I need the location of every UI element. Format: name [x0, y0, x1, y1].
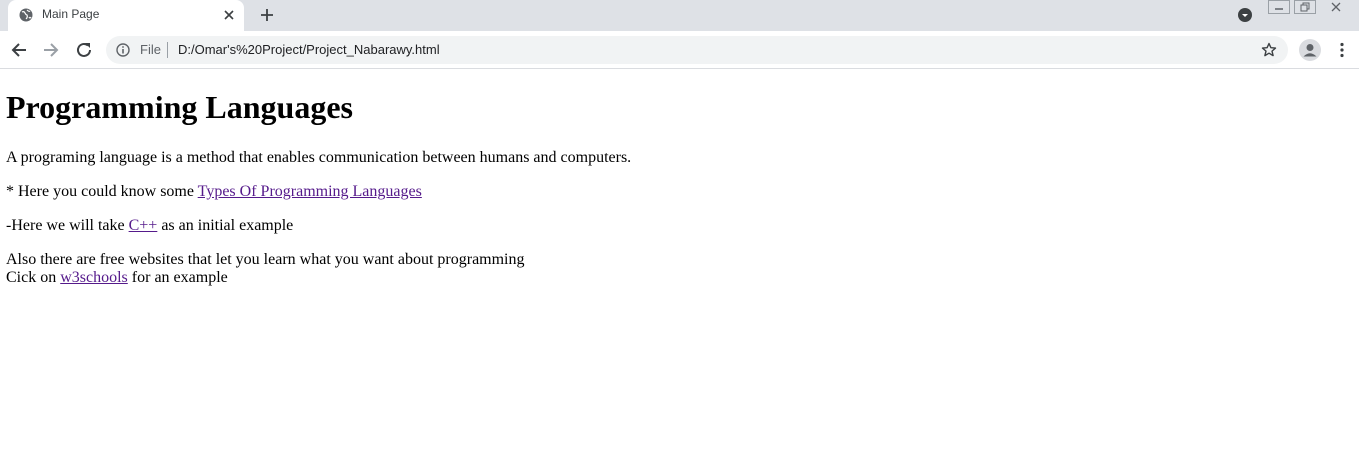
- kebab-menu-icon[interactable]: [1334, 42, 1350, 58]
- example-prefix: -Here we will take: [6, 217, 129, 234]
- w3schools-link[interactable]: w3schools: [60, 269, 128, 286]
- new-tab-plus-icon[interactable]: [259, 7, 275, 23]
- bookmark-star-icon[interactable]: [1261, 42, 1277, 58]
- tab-search-chevron-icon[interactable]: [1237, 7, 1253, 23]
- scheme-label: File: [140, 42, 161, 57]
- cpp-link[interactable]: C++: [129, 217, 158, 234]
- browser-toolbar: File D:/Omar's%20Project/Project_Nabaraw…: [0, 31, 1359, 69]
- tab-title: Main Page: [42, 7, 100, 21]
- globe-icon: [19, 8, 33, 22]
- page-content: Programming Languages A programing langu…: [0, 69, 1359, 473]
- types-prefix: * Here you could know some: [6, 183, 198, 200]
- websites-prefix: Cick on: [6, 269, 61, 286]
- types-paragraph: * Here you could know some Types Of Prog…: [6, 183, 422, 201]
- forward-arrow-icon[interactable]: [42, 41, 60, 59]
- websites-text: Also there are free websites that let yo…: [6, 251, 525, 268]
- intro-text: A programing language is a method that e…: [6, 149, 632, 166]
- address-separator: [167, 42, 168, 58]
- example-paragraph: -Here we will take C++ as an initial exa…: [6, 217, 293, 235]
- window-close-icon[interactable]: [1321, 0, 1351, 14]
- window-restore-icon[interactable]: [1294, 0, 1316, 14]
- address-bar[interactable]: File D:/Omar's%20Project/Project_Nabaraw…: [106, 36, 1288, 64]
- example-suffix: as an initial example: [157, 217, 294, 234]
- url-text[interactable]: D:/Omar's%20Project/Project_Nabarawy.htm…: [178, 42, 440, 57]
- profile-avatar-icon[interactable]: [1299, 39, 1321, 61]
- info-icon[interactable]: [116, 43, 130, 57]
- reload-icon[interactable]: [75, 41, 93, 59]
- tab-close-icon[interactable]: [222, 8, 236, 22]
- types-of-languages-link[interactable]: Types Of Programming Languages: [198, 183, 422, 200]
- websites-paragraph: Also there are free websites that let yo…: [6, 251, 525, 287]
- back-arrow-icon[interactable]: [10, 41, 28, 59]
- websites-suffix: for an example: [127, 269, 228, 286]
- page-heading: Programming Languages: [6, 89, 353, 125]
- window-minimize-icon[interactable]: [1268, 0, 1290, 14]
- intro-paragraph: A programing language is a method that e…: [6, 149, 631, 167]
- tab-strip: Main Page: [0, 0, 1359, 31]
- tab-main-page[interactable]: Main Page: [8, 0, 244, 31]
